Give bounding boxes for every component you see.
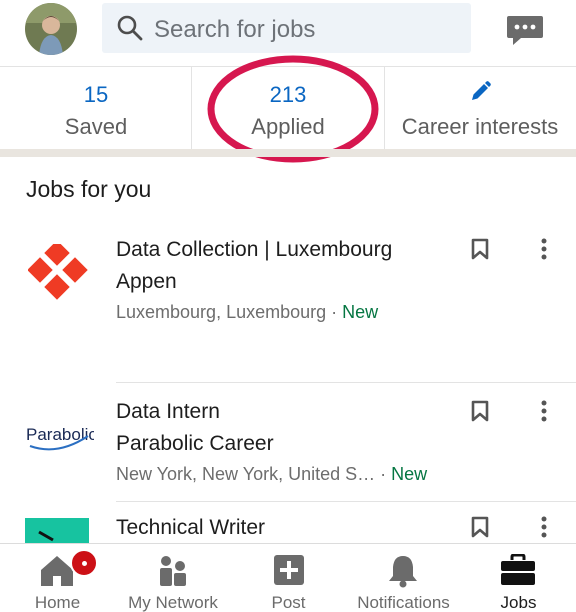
job-card[interactable]: Technical Writer [0, 510, 576, 543]
nav-my-network[interactable]: My Network [115, 544, 231, 612]
nav-home[interactable]: Home [0, 544, 115, 612]
nav-jobs[interactable]: Jobs [461, 544, 576, 612]
job-card[interactable]: Data Collection | Luxembourg Appen Luxem… [0, 232, 576, 382]
meta-separator: · [326, 302, 343, 322]
nav-label: My Network [128, 593, 218, 612]
job-location: New York, New York, United S… · New [116, 464, 427, 485]
divider [116, 382, 576, 383]
search-bar[interactable]: Search for jobs [102, 3, 471, 53]
more-options-icon[interactable] [532, 515, 556, 539]
bookmark-icon[interactable] [471, 238, 489, 260]
job-title[interactable]: Data Collection | Luxembourg [116, 238, 392, 262]
job-card[interactable]: Parabolic Data Intern Parabolic Career N… [0, 394, 576, 509]
saved-jobs-button[interactable]: 15 Saved [0, 67, 192, 149]
nav-label: Jobs [500, 593, 537, 612]
avatar-image [25, 3, 77, 55]
company-name: Parabolic Career [116, 432, 274, 455]
section-separator [0, 149, 576, 157]
job-title[interactable]: Data Intern [116, 400, 220, 424]
career-interests-button[interactable]: Career interests [384, 67, 576, 149]
messaging-icon[interactable] [505, 12, 545, 48]
parabolic-logo: Parabolic [26, 425, 94, 451]
avatar[interactable] [25, 3, 77, 55]
search-icon [117, 15, 143, 41]
saved-count: 15 [83, 82, 109, 107]
pencil-icon [472, 81, 491, 100]
search-input[interactable]: Search for jobs [154, 16, 315, 44]
job-title[interactable]: Technical Writer [116, 516, 265, 540]
location-text: New York, New York, United S… [116, 464, 376, 484]
bookmark-icon[interactable] [471, 400, 489, 422]
new-tag: New [391, 464, 428, 484]
new-tag: New [342, 302, 379, 322]
career-interests-label: Career interests [401, 114, 559, 139]
saved-label: Saved [64, 114, 128, 139]
notification-badge [70, 549, 98, 577]
post-icon [274, 555, 304, 585]
briefcase-icon [501, 554, 535, 585]
jobs-for-you-heading: Jobs for you [26, 176, 152, 202]
more-options-icon[interactable] [532, 237, 556, 261]
company-logo [25, 518, 89, 543]
bottom-navigation: Home My Network Post Notifications Jobs [0, 543, 576, 612]
bookmark-icon[interactable] [471, 516, 489, 538]
nav-label: Post [271, 593, 306, 612]
meta-separator: · [375, 464, 392, 484]
more-options-icon[interactable] [532, 399, 556, 423]
nav-label: Notifications [357, 593, 450, 612]
nav-label: Home [34, 593, 81, 612]
location-text: Luxembourg, Luxembourg [116, 302, 327, 322]
appen-logo [28, 244, 88, 300]
nav-post[interactable]: Post [231, 544, 346, 612]
network-icon [160, 556, 186, 586]
logo-text: Parabolic [26, 425, 94, 444]
company-name: Appen [116, 270, 177, 293]
divider [116, 501, 576, 502]
bell-icon [389, 556, 417, 588]
nav-notifications[interactable]: Notifications [346, 544, 461, 612]
job-location: Luxembourg, Luxembourg · New [116, 302, 378, 323]
